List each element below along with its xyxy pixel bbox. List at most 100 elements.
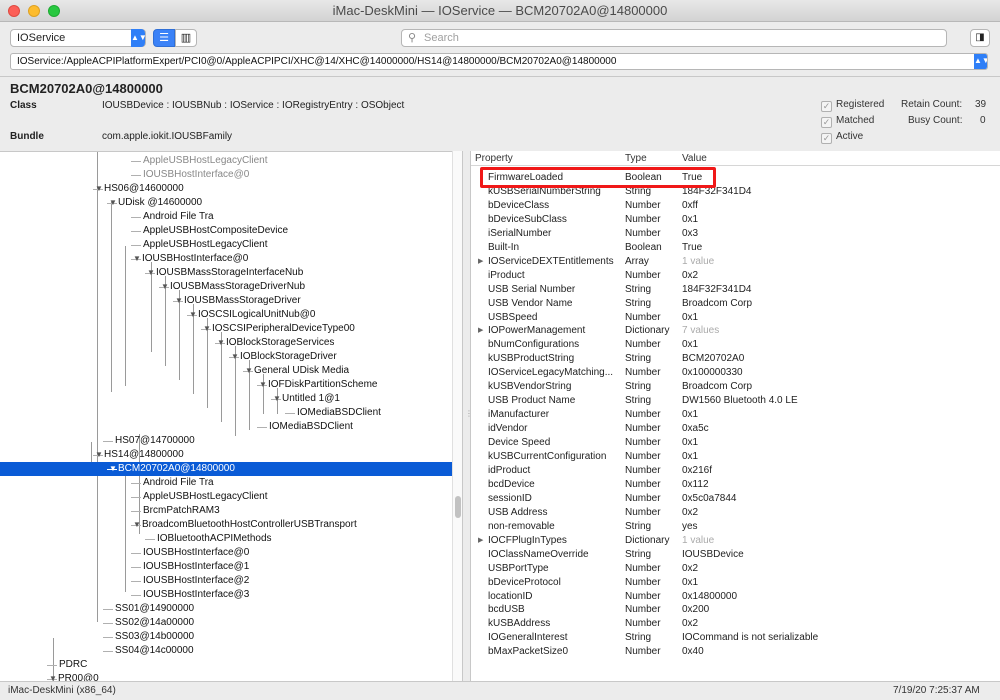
disclosure-triangle-icon[interactable]: ▼: [175, 294, 184, 308]
registered-checkbox[interactable]: ✓ Registered: [821, 99, 884, 112]
tree-row[interactable]: IOUSBHostInterface@1: [0, 560, 452, 574]
property-row[interactable]: ▶ IOCFPlugInTypes Dictionary 1 value: [471, 534, 1000, 548]
property-row[interactable]: Device Speed Number 0x1: [471, 436, 1000, 450]
tree-row[interactable]: ▼HS06@14600000: [0, 182, 452, 196]
disclosure-triangle-icon[interactable]: ▼: [245, 364, 254, 378]
column-header-property[interactable]: Property: [475, 151, 513, 166]
disclosure-triangle-icon[interactable]: ▶: [478, 324, 483, 338]
path-field[interactable]: IOService:/AppleACPIPlatformExpert/PCI0@…: [10, 53, 988, 70]
property-row[interactable]: ▶ IOServiceDEXTEntitlements Array 1 value: [471, 255, 1000, 269]
property-row[interactable]: sessionID Number 0x5c0a7844: [471, 492, 1000, 506]
property-row[interactable]: iSerialNumber Number 0x3: [471, 227, 1000, 241]
minimize-window-button[interactable]: [28, 5, 40, 17]
property-row[interactable]: USB Vendor Name String Broadcom Corp: [471, 297, 1000, 311]
property-row[interactable]: FirmwareLoaded Boolean True: [471, 171, 1000, 185]
browser-view-button[interactable]: ▥: [175, 29, 197, 47]
tree-row[interactable]: ▼BroadcomBluetoothHostControllerUSBTrans…: [0, 518, 452, 532]
column-header-value[interactable]: Value: [682, 151, 707, 166]
tree-scrollbar[interactable]: [452, 151, 462, 681]
tree-row[interactable]: HS07@14700000: [0, 434, 452, 448]
matched-checkbox[interactable]: ✓ Matched: [821, 115, 874, 128]
property-row[interactable]: bDeviceSubClass Number 0x1: [471, 213, 1000, 227]
tree-row[interactable]: IOMediaBSDClient: [0, 406, 452, 420]
property-row[interactable]: kUSBSerialNumberString String 184F32F341D4: [471, 185, 1000, 199]
disclosure-triangle-icon[interactable]: ▼: [109, 196, 118, 210]
tree-row[interactable]: SS04@14c00000: [0, 644, 452, 658]
property-row[interactable]: ▶ IOPowerManagement Dictionary 7 values: [471, 324, 1000, 338]
tree-row[interactable]: IOUSBHostInterface@3: [0, 588, 452, 602]
tree-row[interactable]: ▼IOUSBMassStorageDriverNub: [0, 280, 452, 294]
tree-row[interactable]: SS01@14900000: [0, 602, 452, 616]
property-row[interactable]: Built-In Boolean True: [471, 241, 1000, 255]
plane-select[interactable]: IOService ▲▼: [10, 29, 147, 47]
properties-table[interactable]: Property Type Value FirmwareLoaded Boolea…: [471, 151, 1000, 681]
split-divider[interactable]: ⋮: [462, 151, 473, 681]
tree-row[interactable]: ▼PR00@0: [0, 672, 452, 681]
tree-row[interactable]: IOBluetoothACPIMethods: [0, 532, 452, 546]
disclosure-triangle-icon[interactable]: ▼: [259, 378, 268, 392]
disclosure-triangle-icon[interactable]: ▼: [189, 308, 198, 322]
disclosure-triangle-icon[interactable]: ▶: [478, 255, 483, 269]
tree-row[interactable]: IOUSBHostInterface@2: [0, 574, 452, 588]
property-row[interactable]: kUSBCurrentConfiguration Number 0x1: [471, 450, 1000, 464]
property-row[interactable]: locationID Number 0x14800000: [471, 590, 1000, 604]
tree-row[interactable]: Android File Tra: [0, 210, 452, 224]
tree-row[interactable]: SS03@14b00000: [0, 630, 452, 644]
property-row[interactable]: kUSBAddress Number 0x2: [471, 617, 1000, 631]
property-row[interactable]: USB Address Number 0x2: [471, 506, 1000, 520]
property-row[interactable]: bDeviceProtocol Number 0x1: [471, 576, 1000, 590]
property-row[interactable]: bcdDevice Number 0x112: [471, 478, 1000, 492]
tree-row[interactable]: ▼IOBlockStorageDriver: [0, 350, 452, 364]
search-field[interactable]: ⚲ Search: [401, 29, 947, 47]
disclosure-triangle-icon[interactable]: ▼: [95, 448, 104, 462]
tree-row[interactable]: AppleUSBHostLegacyClient: [0, 490, 452, 504]
property-row[interactable]: kUSBProductString String BCM20702A0: [471, 352, 1000, 366]
tree-row[interactable]: ▼IOFDiskPartitionScheme: [0, 378, 452, 392]
list-view-button[interactable]: ☰: [153, 29, 175, 47]
property-row[interactable]: bcdUSB Number 0x200: [471, 603, 1000, 617]
property-row[interactable]: USB Product Name String DW1560 Bluetooth 4…: [471, 394, 1000, 408]
property-row[interactable]: bDeviceClass Number 0xff: [471, 199, 1000, 213]
disclosure-triangle-icon[interactable]: ▼: [133, 518, 142, 532]
property-row[interactable]: bNumConfigurations Number 0x1: [471, 338, 1000, 352]
disclosure-triangle-icon[interactable]: ▼: [203, 322, 212, 336]
tree-row[interactable]: ▼IOSCSILogicalUnitNub@0: [0, 308, 452, 322]
property-row[interactable]: iProduct Number 0x2: [471, 269, 1000, 283]
property-row[interactable]: iManufacturer Number 0x1: [471, 408, 1000, 422]
disclosure-triangle-icon[interactable]: ▼: [109, 462, 118, 476]
close-window-button[interactable]: [8, 5, 20, 17]
tree-row[interactable]: IOUSBHostInterface@0: [0, 546, 452, 560]
tree-row[interactable]: BrcmPatchRAM3: [0, 504, 452, 518]
tree-row[interactable]: ▼IOUSBMassStorageInterfaceNub: [0, 266, 452, 280]
tree-row[interactable]: ▼IOSCSIPeripheralDeviceType00: [0, 322, 452, 336]
tree-row[interactable]: ▼Untitled 1@1: [0, 392, 452, 406]
disclosure-triangle-icon[interactable]: ▼: [95, 182, 104, 196]
property-row[interactable]: non-removable String yes: [471, 520, 1000, 534]
disclosure-triangle-icon[interactable]: ▼: [133, 252, 142, 266]
property-row[interactable]: IOClassNameOverride String IOUSBDevice: [471, 548, 1000, 562]
tree-row[interactable]: AppleUSBHostLegacyClient: [0, 238, 452, 252]
tree-row[interactable]: Android File Tra: [0, 476, 452, 490]
property-row[interactable]: idVendor Number 0xa5c: [471, 422, 1000, 436]
disclosure-triangle-icon[interactable]: ▼: [161, 280, 170, 294]
disclosure-triangle-icon[interactable]: ▼: [217, 336, 226, 350]
disclosure-triangle-icon[interactable]: ▼: [147, 266, 156, 280]
disclosure-triangle-icon[interactable]: ▼: [231, 350, 240, 364]
tree-row[interactable]: ▼IOBlockStorageServices: [0, 336, 452, 350]
property-row[interactable]: idProduct Number 0x216f: [471, 464, 1000, 478]
tree-row[interactable]: ▼IOUSBMassStorageDriver: [0, 294, 452, 308]
tree-row[interactable]: ▼IOUSBHostInterface@0: [0, 252, 452, 266]
property-row[interactable]: kUSBVendorString String Broadcom Corp: [471, 380, 1000, 394]
property-row[interactable]: IOGeneralInterest String IOCommand is not …: [471, 631, 1000, 645]
column-header-type[interactable]: Type: [625, 151, 647, 166]
property-row[interactable]: USBSpeed Number 0x1: [471, 311, 1000, 325]
tree-row[interactable]: ▼General UDisk Media: [0, 364, 452, 378]
tree-row[interactable]: ▼UDisk @14600000: [0, 196, 452, 210]
zoom-window-button[interactable]: [48, 5, 60, 17]
inspector-toggle-button[interactable]: ◨: [970, 29, 990, 47]
tree-row[interactable]: ▼BCM20702A0@14800000: [0, 462, 452, 476]
property-row[interactable]: USB Serial Number String 184F32F341D4: [471, 283, 1000, 297]
tree-row[interactable]: PDRC: [0, 658, 452, 672]
tree-row[interactable]: AppleUSBHostCompositeDevice: [0, 224, 452, 238]
tree-row[interactable]: IOUSBHostInterface@0: [0, 168, 452, 182]
